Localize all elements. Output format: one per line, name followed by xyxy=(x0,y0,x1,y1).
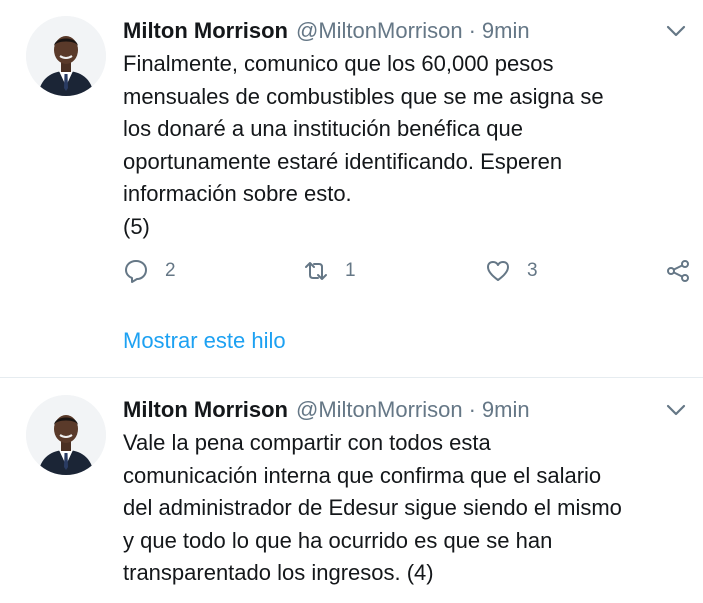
tweet-text-line: del administrador de Edesur sigue siendo… xyxy=(123,495,622,520)
tweet-text-line: transparentado los ingresos. (4) xyxy=(123,560,434,585)
tweet-header: Milton Morrison @MiltonMorrison · 9min xyxy=(123,14,530,48)
tweet[interactable]: Milton Morrison @MiltonMorrison · 9min V… xyxy=(0,393,703,603)
avatar-photo xyxy=(26,16,106,96)
tweet-text-line: información sobre esto. xyxy=(123,181,352,206)
retweet-icon xyxy=(305,262,327,280)
timestamp[interactable]: 9min xyxy=(482,18,530,44)
display-name[interactable]: Milton Morrison xyxy=(123,18,288,44)
tweet-header: Milton Morrison @MiltonMorrison · 9min xyxy=(123,393,530,427)
tweet-text-line: y que todo lo que ha ocurrido es que se … xyxy=(123,527,553,553)
tweet-text-line: Vale la pena compartir con todos esta xyxy=(123,430,491,455)
tweet-text-line: los donaré a una institución benéfica qu… xyxy=(123,116,523,141)
retweet-count: 1 xyxy=(345,260,356,281)
reply-icon xyxy=(125,260,147,283)
separator-dot: · xyxy=(468,397,476,422)
tweet[interactable]: Milton Morrison @MiltonMorrison · 9min F… xyxy=(0,14,703,374)
reply-button[interactable]: 2 xyxy=(123,258,176,284)
tweet-text-line: comunicación interna que confirma que el… xyxy=(123,462,602,488)
like-button[interactable]: 3 xyxy=(485,258,538,284)
user-handle[interactable]: @MiltonMorrison xyxy=(296,18,463,44)
show-thread-link[interactable]: Mostrar este hilo xyxy=(123,328,286,354)
share-icon xyxy=(667,260,689,282)
timestamp[interactable]: 9min xyxy=(482,397,530,423)
display-name[interactable]: Milton Morrison xyxy=(123,397,288,423)
heart-icon xyxy=(487,261,509,281)
reply-count: 2 xyxy=(165,260,176,281)
tweet-text: Vale la pena compartir con todos esta co… xyxy=(123,427,693,590)
tweet-text-line: (5) xyxy=(123,213,150,239)
chevron-down-icon[interactable] xyxy=(663,399,689,421)
avatar[interactable] xyxy=(26,16,106,96)
chevron-down-icon[interactable] xyxy=(663,20,689,42)
retweet-button[interactable]: 1 xyxy=(303,258,356,284)
avatar-photo xyxy=(26,395,106,475)
tweet-actions: 2 1 3 xyxy=(123,258,703,290)
avatar[interactable] xyxy=(26,395,106,475)
tweet-text-line: Finalmente, comunico que los 60,000 peso… xyxy=(123,51,554,76)
user-handle[interactable]: @MiltonMorrison xyxy=(296,397,463,423)
like-count: 3 xyxy=(527,260,538,281)
separator-dot: · xyxy=(468,18,476,43)
tweet-text-line: mensuales de combustibles que se me asig… xyxy=(123,83,604,109)
tweet-text-line: oportunamente estaré identificando. Espe… xyxy=(123,148,563,174)
tweet-divider xyxy=(0,377,703,378)
share-button[interactable] xyxy=(665,258,691,284)
tweet-text: Finalmente, comunico que los 60,000 peso… xyxy=(123,48,693,243)
